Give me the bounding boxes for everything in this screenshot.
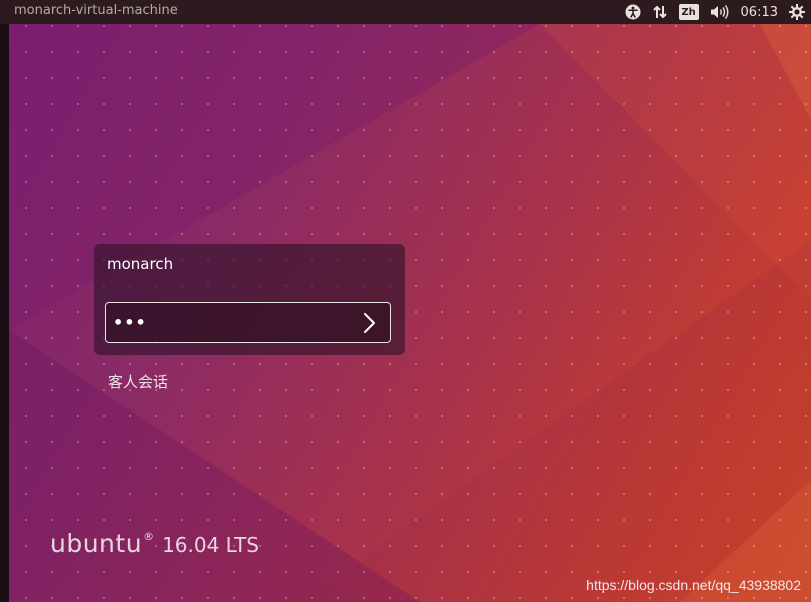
registered-mark: ® <box>143 530 155 543</box>
accessibility-icon[interactable] <box>625 4 641 20</box>
chevron-right-icon[interactable] <box>360 311 380 335</box>
indicator-area: Zh 06:13 <box>625 0 805 24</box>
top-panel: monarch-virtual-machine Zh 06:13 <box>0 0 811 24</box>
hostname-label: monarch-virtual-machine <box>14 3 178 18</box>
password-mask: ••• <box>113 313 147 332</box>
guest-session-link[interactable]: 客人会话 <box>108 371 168 392</box>
clock[interactable]: 06:13 <box>741 5 778 20</box>
network-icon[interactable] <box>652 4 668 20</box>
username-label[interactable]: monarch <box>107 255 173 273</box>
window-left-edge <box>0 0 9 602</box>
volume-icon[interactable] <box>710 4 730 20</box>
ubuntu-branding: ubuntu ® 16.04 LTS <box>50 529 259 558</box>
brand-name: ubuntu <box>50 529 143 558</box>
power-settings-icon[interactable] <box>789 4 805 20</box>
login-box: monarch ••• <box>94 244 405 355</box>
password-field[interactable]: ••• <box>105 302 391 343</box>
input-method-icon[interactable]: Zh <box>678 4 699 20</box>
brand-version: 16.04 LTS <box>162 533 259 557</box>
watermark-text: https://blog.csdn.net/qq_43938802 <box>586 577 801 593</box>
